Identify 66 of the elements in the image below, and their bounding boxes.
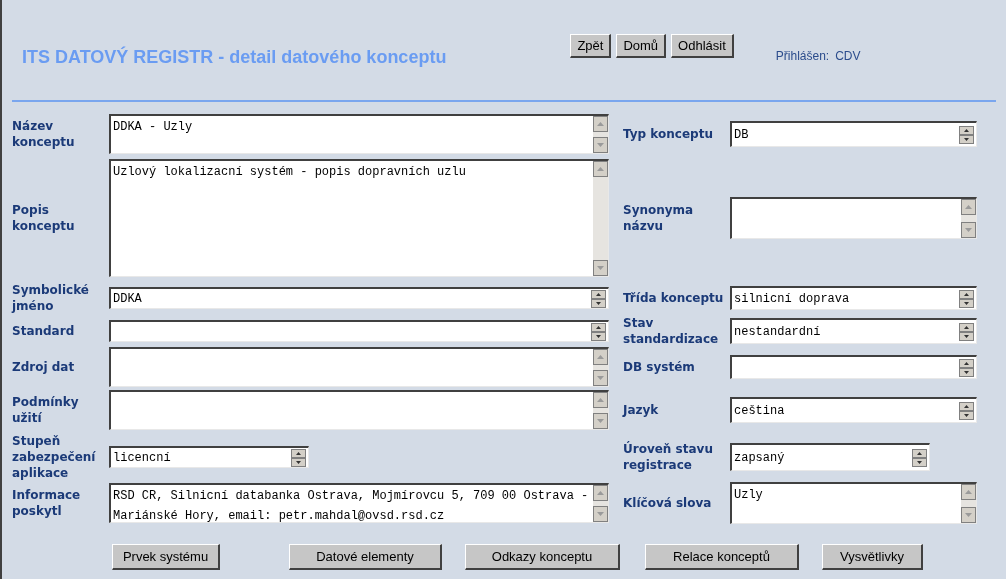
select-field[interactable]: licencní [109, 446, 309, 468]
user-label: Přihlášen: [775, 48, 830, 65]
field-label: Zdroj dat [12, 359, 76, 375]
spinner-icon[interactable] [591, 289, 606, 308]
nav-button[interactable]: Prvek systému [112, 544, 220, 571]
field-label: Stupeň zabezpečení aplikace [12, 433, 97, 481]
scroll-up-icon[interactable] [593, 161, 608, 177]
text-area[interactable] [109, 347, 609, 387]
field-label: Třída konceptu [623, 290, 725, 306]
scroll-down-icon[interactable] [961, 507, 976, 523]
select-field[interactable]: ceština [730, 397, 977, 423]
user-name: CDV [835, 48, 861, 65]
nav-button[interactable]: Relace konceptů [645, 544, 799, 571]
field-label: Podmínky užití [12, 394, 80, 426]
nav-button[interactable]: Datové elementy [289, 544, 442, 571]
spinner-icon[interactable] [912, 448, 927, 467]
select-field[interactable]: silnicní doprava [730, 286, 977, 310]
scroll-up-icon[interactable] [593, 349, 608, 365]
scroll-down-icon[interactable] [593, 260, 608, 276]
field-label: DB systém [623, 359, 696, 375]
select-field[interactable]: DDKA [109, 287, 609, 309]
nav-button[interactable]: Odkazy konceptu [465, 544, 620, 571]
spinner-icon[interactable] [959, 289, 974, 308]
spinner-icon[interactable] [959, 401, 974, 420]
spinner-icon[interactable] [591, 322, 606, 341]
scroll-down-icon[interactable] [961, 222, 976, 238]
spinner-icon[interactable] [291, 448, 306, 467]
field-label: Název konceptu [12, 118, 76, 150]
scroll-down-icon[interactable] [593, 413, 608, 429]
text-area[interactable]: Uzlový lokalizacní systém - popis dopravních uzlu [109, 159, 609, 277]
scroll-down-icon[interactable] [593, 506, 608, 522]
nav-button[interactable]: Domů [616, 34, 667, 58]
scroll-up-icon[interactable] [961, 199, 976, 215]
nav-button[interactable]: Zpět [570, 34, 612, 58]
field-label: Informace poskytl [12, 487, 82, 519]
page-title: ITS DATOVÝ REGISTR - detail datového konceptu [22, 45, 447, 69]
field-label: Klíčová slova [623, 495, 713, 511]
field-label: Jazyk [623, 402, 660, 418]
select-field[interactable] [730, 355, 977, 379]
scroll-down-icon[interactable] [593, 137, 608, 153]
text-area[interactable]: DDKA - Uzly [109, 114, 609, 154]
spinner-icon[interactable] [959, 125, 974, 144]
scroll-up-icon[interactable] [593, 116, 608, 132]
scroll-down-icon[interactable] [593, 370, 608, 386]
field-label: Úroveň stavu registrace [623, 441, 714, 473]
nav-button[interactable]: Odhlásit [671, 34, 734, 58]
field-label: Popis konceptu [12, 202, 76, 234]
field-label: Typ konceptu [623, 126, 714, 142]
field-label: Standard [12, 323, 76, 339]
select-field[interactable] [109, 320, 609, 342]
select-field[interactable]: DB [730, 121, 977, 147]
scroll-up-icon[interactable] [593, 485, 608, 501]
select-field[interactable]: nestandardní [730, 318, 977, 344]
select-field[interactable]: zapsaný [730, 443, 930, 471]
text-area[interactable]: RSD CR, Silnicní databanka Ostrava, Mojmírovcu 5, 709 00 Ostrava - Mariánské Hory, email: petr.mahdal@ovsd.rsd.cz [109, 483, 609, 523]
field-label: Synonyma názvu [623, 202, 695, 234]
field-label: Symbolické jméno [12, 282, 90, 314]
scroll-up-icon[interactable] [593, 392, 608, 408]
spinner-icon[interactable] [959, 322, 974, 341]
scroll-up-icon[interactable] [961, 484, 976, 500]
field-label: Stav standardizace [623, 315, 720, 347]
nav-button[interactable]: Vysvětlivky [822, 544, 923, 571]
text-area[interactable] [109, 390, 609, 430]
text-area[interactable]: Uzly [730, 482, 977, 524]
text-area[interactable] [730, 197, 977, 239]
spinner-icon[interactable] [959, 358, 974, 377]
